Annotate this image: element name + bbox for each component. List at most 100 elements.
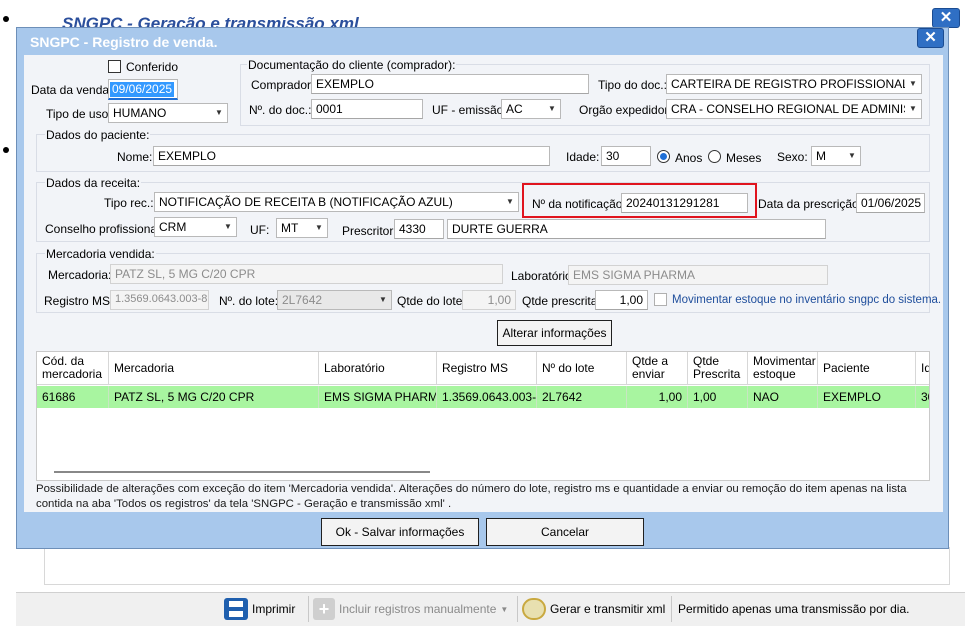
- prescribed-qty-input[interactable]: 1,00: [595, 290, 648, 310]
- grid-cell-code[interactable]: 61686: [37, 386, 109, 408]
- background-close-icon[interactable]: ✕: [932, 8, 960, 28]
- conferido-label: Conferido: [126, 60, 179, 74]
- patient-group-label: Dados do paciente:: [45, 128, 151, 142]
- dialog-title: SNGPC - Registro de venda.: [30, 34, 218, 50]
- sex-value: M: [816, 149, 826, 163]
- grid-header-lab[interactable]: Laboratório: [319, 352, 437, 385]
- grid-header-lot[interactable]: Nº do lote: [537, 352, 627, 385]
- age-label: Idade:: [566, 150, 600, 164]
- item-label: Mercadoria:: [48, 268, 112, 282]
- grid-cell-qty-prescribed[interactable]: 1,00: [688, 386, 748, 408]
- grid-header-qty-prescribed[interactable]: Qtde Prescrita: [688, 352, 748, 385]
- prescriber-uf-value: MT: [281, 221, 299, 235]
- months-label: Meses: [726, 151, 762, 165]
- chevron-down-icon: ▼: [311, 219, 327, 237]
- doc-type-label: Tipo do doc.:: [598, 78, 667, 92]
- lab-label: Laboratório:: [511, 269, 576, 283]
- grid-header-id[interactable]: Id: [916, 352, 929, 385]
- grid-header-item[interactable]: Mercadoria: [109, 352, 319, 385]
- buyer-input[interactable]: EXEMPLO: [311, 74, 589, 94]
- lot-label: Nº. do lote:: [219, 294, 279, 308]
- lot-qty-input: 1,00: [462, 290, 516, 310]
- prescription-type-select[interactable]: NOTIFICAÇÃO DE RECEITA B (NOTIFICAÇÃO AZ…: [154, 192, 519, 212]
- prescriber-uf-select[interactable]: MT ▼: [276, 218, 328, 238]
- grid-header-qty-send[interactable]: Qtde a enviar: [627, 352, 688, 385]
- chevron-down-icon: ▼: [211, 104, 227, 122]
- grid-header-patient[interactable]: Paciente: [818, 352, 916, 385]
- chevron-down-icon: ▼: [544, 100, 560, 118]
- plus-icon: +: [313, 598, 335, 620]
- generate-label: Gerar e transmitir xml: [550, 602, 666, 616]
- add-manual-label: Incluir registros manualmente: [339, 602, 497, 616]
- lot-value: 2L7642: [282, 293, 323, 307]
- prescription-date-label: Data da prescrição:: [758, 197, 863, 211]
- uf-issue-value: AC: [506, 102, 523, 116]
- age-input[interactable]: 30: [601, 146, 651, 166]
- conferido-checkbox[interactable]: [108, 60, 121, 73]
- usage-type-label: Tipo de uso:: [46, 107, 112, 121]
- grid-cell-qty-send[interactable]: 1,00: [627, 386, 688, 408]
- chevron-down-icon: ▼: [502, 193, 518, 211]
- grid-header-code[interactable]: Cód. da mercadoria: [37, 352, 109, 385]
- years-label: Anos: [675, 151, 703, 165]
- prescriber-name-input[interactable]: DURTE GUERRA: [447, 219, 826, 239]
- prescription-type-value: NOTIFICAÇÃO DE RECEITA B (NOTIFICAÇÃO AZ…: [159, 195, 453, 209]
- merchandise-group-label: Mercadoria vendida:: [45, 247, 156, 261]
- close-icon[interactable]: ✕: [917, 28, 944, 48]
- doc-type-value: CARTEIRA DE REGISTRO PROFISSIONAL: [671, 77, 909, 91]
- generate-xml-button[interactable]: Gerar e transmitir xml: [522, 598, 665, 620]
- lot-qty-label: Qtde do lote:: [397, 294, 466, 308]
- cancel-button[interactable]: Cancelar: [486, 518, 644, 546]
- save-button[interactable]: Ok - Salvar informações: [321, 518, 479, 546]
- sex-label: Sexo:: [777, 150, 808, 164]
- prescriber-code-input[interactable]: 4330: [394, 219, 444, 239]
- doc-number-input[interactable]: 0001: [311, 99, 423, 119]
- grid-cell-lot[interactable]: 2L7642: [537, 386, 627, 408]
- grid-header-ms[interactable]: Registro MS: [437, 352, 537, 385]
- prescriber-label: Prescritor:: [342, 224, 397, 238]
- items-grid: Cód. da mercadoria Mercadoria Laboratóri…: [36, 351, 930, 481]
- update-info-button[interactable]: Alterar informações: [497, 320, 612, 346]
- council-value: CRM: [159, 220, 187, 234]
- print-button[interactable]: Imprimir: [224, 598, 295, 620]
- move-stock-checkbox[interactable]: [654, 293, 667, 306]
- council-label: Conselho profissional:: [45, 222, 164, 236]
- buyer-label: Comprador:: [251, 78, 315, 92]
- months-radio[interactable]: [708, 150, 721, 163]
- grid-cell-lab[interactable]: EMS SIGMA PHARMA: [319, 386, 437, 408]
- sale-date-label: Data da venda:: [31, 83, 113, 97]
- grid-cell-move-stock[interactable]: NAO: [748, 386, 818, 408]
- grid-cell-patient[interactable]: EXEMPLO: [818, 386, 916, 408]
- grid-header-move-stock[interactable]: Movimentar estoque: [748, 352, 818, 385]
- usage-type-select[interactable]: HUMANO ▼: [108, 103, 228, 123]
- years-radio[interactable]: [657, 150, 670, 163]
- issuer-label: Orgão expedidor:: [579, 103, 672, 117]
- uf-issue-select[interactable]: AC ▼: [501, 99, 561, 119]
- prescription-date-input[interactable]: 01/06/2025: [856, 193, 925, 213]
- council-select[interactable]: CRM ▼: [154, 217, 237, 237]
- sex-select[interactable]: M ▼: [811, 146, 861, 166]
- chevron-down-icon: ▼: [220, 218, 236, 236]
- doc-type-select[interactable]: CARTEIRA DE REGISTRO PROFISSIONAL ▼: [666, 74, 922, 94]
- patient-name-input[interactable]: EXEMPLO: [153, 146, 550, 166]
- grid-cell-id[interactable]: 30: [916, 386, 929, 408]
- chevron-down-icon: ▼: [905, 75, 921, 93]
- prescriber-uf-label: UF:: [250, 223, 270, 237]
- chevron-down-icon: ▼: [375, 291, 391, 309]
- ms-input: 1.3569.0643.003-8: [110, 290, 209, 310]
- highlight-box: [522, 183, 757, 218]
- grid-cell-item[interactable]: PATZ SL, 5 MG C/20 CPR: [109, 386, 319, 408]
- background-content-area: [44, 547, 950, 585]
- grid-cell-ms[interactable]: 1.3569.0643.003-8: [437, 386, 537, 408]
- horizontal-scrollbar[interactable]: [54, 471, 430, 473]
- usage-type-value: HUMANO: [113, 106, 167, 120]
- client-doc-group-label: Documentação do cliente (comprador):: [247, 58, 457, 72]
- issuer-select[interactable]: CRA - CONSELHO REGIONAL DE ADMINISTRA ▼: [666, 99, 922, 119]
- sale-date-field[interactable]: 09/06/2025: [108, 79, 178, 100]
- sale-date-value: 09/06/2025: [110, 82, 175, 97]
- ms-label: Registro MS:: [44, 294, 114, 308]
- add-manual-button[interactable]: + Incluir registros manualmente ▼: [313, 598, 508, 620]
- patient-name-label: Nome:: [117, 150, 153, 164]
- chevron-down-icon: ▼: [905, 100, 921, 118]
- doc-number-label: Nº. do doc.:: [249, 103, 312, 117]
